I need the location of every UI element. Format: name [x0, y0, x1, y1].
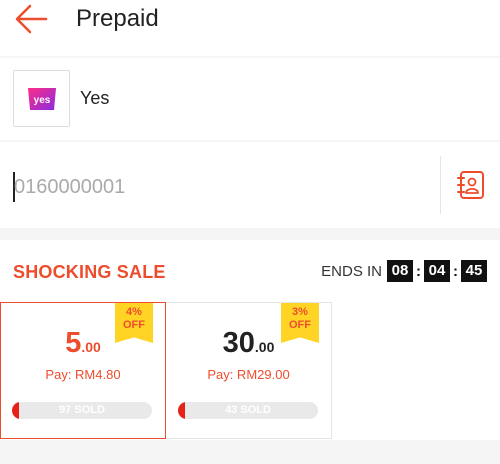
amount-decimals: .00 — [254, 339, 275, 355]
pay-price: Pay: RM4.80 — [45, 367, 121, 382]
contact-book-icon[interactable] — [455, 168, 487, 202]
timer-hours: 08 — [387, 260, 413, 282]
divider — [440, 156, 441, 214]
page-title: Prepaid — [76, 5, 159, 32]
timer-colon: : — [416, 262, 421, 280]
operator-name: Yes — [80, 88, 110, 108]
amount-main: 5 — [65, 327, 82, 359]
reload-amount: 30.00 — [166, 327, 331, 360]
phone-row — [0, 142, 500, 228]
countdown: ENDS IN 08 : 04 : 45 — [321, 260, 487, 282]
sale-title: SHOCKING SALE — [13, 262, 166, 282]
reload-card-30[interactable]: 3% OFF 30.00 Pay: RM29.00 43 SOLD — [166, 302, 332, 439]
sold-count: 97 SOLD — [59, 404, 105, 416]
shocking-sale-section: SHOCKING SALE ENDS IN 08 : 04 : 45 4% OF… — [0, 240, 500, 440]
sold-progress-bar: 97 SOLD — [12, 402, 152, 419]
discount-percent: 4% — [126, 306, 142, 318]
timer-minutes: 04 — [424, 260, 450, 282]
bottom-strip — [0, 440, 500, 464]
discount-percent: 3% — [292, 306, 308, 318]
yes-logo-icon: yes — [27, 87, 56, 110]
back-arrow-icon[interactable] — [12, 2, 52, 36]
sold-count: 43 SOLD — [225, 404, 271, 416]
sold-progress-bar: 43 SOLD — [178, 402, 318, 419]
timer-colon: : — [453, 262, 458, 280]
amount-main: 30 — [222, 327, 255, 359]
amount-decimals: .00 — [81, 339, 101, 355]
operator-logo: yes — [13, 70, 70, 127]
timer-seconds: 45 — [461, 260, 487, 282]
ends-in-label: ENDS IN — [321, 262, 382, 280]
reload-amount: 5.00 — [1, 327, 165, 360]
pay-price: Pay: RM29.00 — [207, 367, 290, 382]
app-header: Prepaid — [0, 0, 500, 56]
operator-row[interactable]: yes Yes — [0, 58, 500, 140]
logo-text: yes — [33, 95, 50, 106]
phone-number-input[interactable] — [14, 170, 414, 204]
reload-card-5[interactable]: 4% OFF 5.00 Pay: RM4.80 97 SOLD — [0, 302, 166, 439]
